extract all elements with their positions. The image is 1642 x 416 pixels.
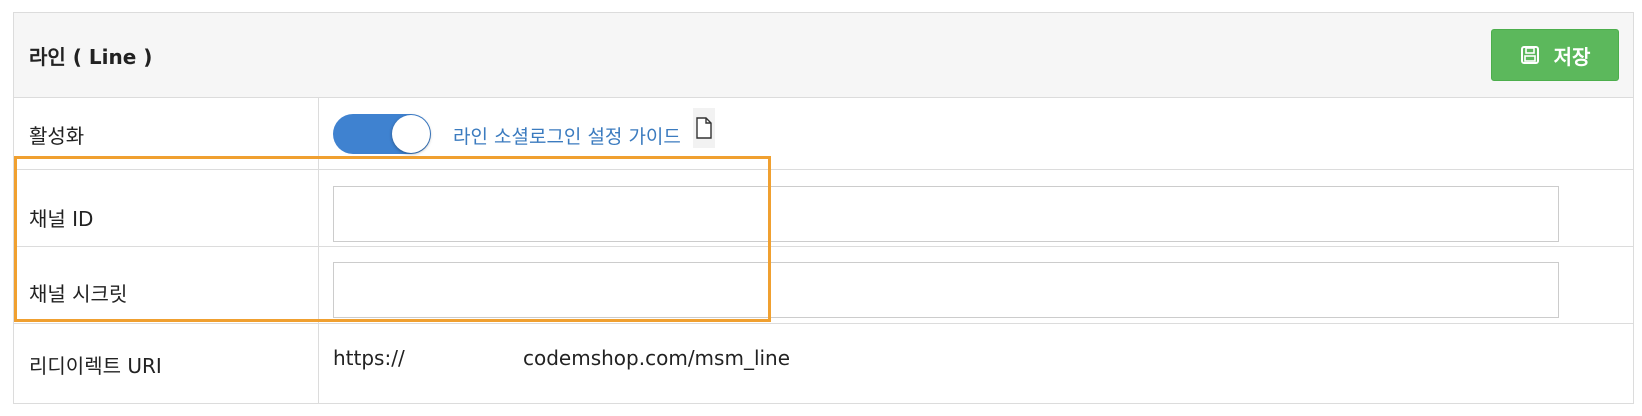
redirect-uri-value: codemshop.com/msm_line [523, 346, 791, 370]
redirect-uri-prefix: https:// [333, 346, 405, 370]
line-settings-panel: 라인 ( Line ) 저장 활성화 라인 소셜로그인 설정 가이드 채널 ID… [13, 12, 1634, 404]
row-channel-id: 채널 ID [14, 170, 1633, 247]
save-button-label: 저장 [1553, 44, 1591, 69]
row-redirect-uri: 리디이렉트 URI https:// codemshop.com/msm_lin… [14, 324, 1633, 404]
line-login-guide-link[interactable]: 라인 소셜로그인 설정 가이드 [453, 122, 681, 149]
channel-secret-label: 채널 시크릿 [29, 282, 128, 306]
redirect-uri-label: 리디이렉트 URI [29, 354, 162, 378]
activate-toggle[interactable] [333, 114, 431, 154]
activate-label: 활성화 [29, 124, 85, 148]
row-channel-secret: 채널 시크릿 [14, 247, 1633, 324]
row-activate: 활성화 라인 소셜로그인 설정 가이드 [14, 98, 1633, 170]
toggle-knob [392, 115, 430, 153]
channel-id-input[interactable] [333, 186, 1559, 242]
floppy-disk-icon [1520, 45, 1540, 65]
document-icon[interactable] [693, 108, 715, 148]
panel-header: 라인 ( Line ) 저장 [14, 13, 1633, 98]
channel-secret-input[interactable] [333, 262, 1559, 318]
channel-id-label: 채널 ID [29, 207, 94, 231]
panel-title: 라인 ( Line ) [29, 45, 153, 69]
save-button[interactable]: 저장 [1491, 29, 1619, 81]
